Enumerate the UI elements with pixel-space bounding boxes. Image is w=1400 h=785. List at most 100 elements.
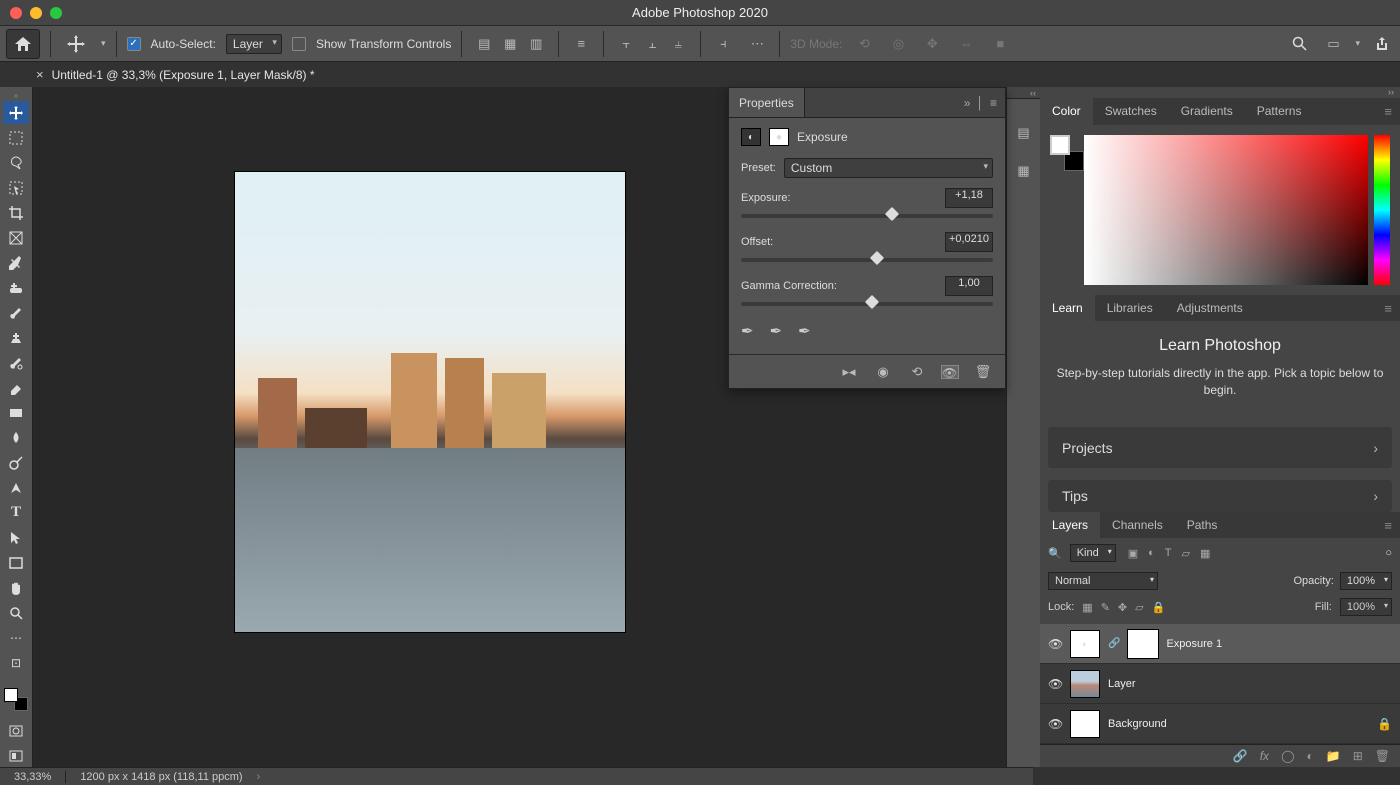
align-bottom-icon[interactable]: ⫨	[666, 32, 690, 56]
mask-thumb[interactable]	[1128, 630, 1158, 658]
color-swatch-pair[interactable]	[4, 688, 28, 711]
gamma-input[interactable]: 1,00	[945, 276, 993, 296]
preset-dropdown[interactable]: Custom	[784, 158, 993, 178]
distribute-v-icon[interactable]: ⫞	[711, 32, 735, 56]
tab-color[interactable]: Color	[1040, 98, 1093, 124]
tab-patterns[interactable]: Patterns	[1245, 98, 1314, 124]
color-panel-swatch-pair[interactable]	[1050, 135, 1078, 163]
lock-transparency-icon[interactable]: ▦	[1082, 601, 1092, 614]
collapse-right-icon[interactable]: ››	[1040, 87, 1400, 98]
info-panel-icon[interactable]: ▦	[1012, 159, 1036, 183]
filter-adjustment-icon[interactable]: ◐	[1148, 547, 1155, 560]
filter-smart-icon[interactable]: ▦	[1200, 547, 1210, 560]
panel-stack-icon[interactable]: │	[976, 96, 984, 110]
crop-tool[interactable]	[3, 201, 29, 224]
close-tab-icon[interactable]: ×	[36, 67, 44, 82]
blend-mode-dropdown[interactable]: Normal	[1048, 572, 1158, 590]
learn-item-tips[interactable]: Tips ›	[1048, 480, 1392, 512]
show-transform-checkbox[interactable]	[292, 37, 306, 51]
hand-tool[interactable]	[3, 576, 29, 599]
learn-panel-menu-icon[interactable]: ≡	[1384, 301, 1400, 316]
tab-gradients[interactable]: Gradients	[1169, 98, 1245, 124]
link-layers-icon[interactable]: 🔗	[1233, 749, 1248, 763]
layer-thumb[interactable]	[1070, 670, 1100, 698]
zoom-tool[interactable]	[3, 601, 29, 624]
lock-all-icon[interactable]: 🔒	[1152, 601, 1166, 614]
edit-toolbar-icon[interactable]: ⊡	[3, 651, 29, 674]
view-previous-icon[interactable]: ◉	[873, 360, 893, 384]
canvas-area[interactable]: Properties » │ ≡ ◐ ● Exposure Preset: Cu…	[33, 87, 1006, 767]
delete-layer-icon[interactable]: 🗑	[1375, 749, 1390, 763]
distribute-icon[interactable]: ≡	[569, 32, 593, 56]
screen-mode-icon[interactable]: ▭	[1321, 32, 1345, 56]
search-icon[interactable]: 🔍	[1048, 547, 1062, 560]
marquee-tool[interactable]	[3, 126, 29, 149]
window-close-icon[interactable]	[10, 7, 22, 19]
tab-paths[interactable]: Paths	[1175, 512, 1230, 538]
eyedropper-tool[interactable]	[3, 251, 29, 274]
home-button[interactable]	[6, 29, 40, 59]
exposure-slider[interactable]	[741, 214, 993, 218]
move-tool-icon[interactable]	[61, 29, 91, 59]
filter-type-icon[interactable]: T	[1165, 547, 1172, 560]
lock-pixels-icon[interactable]: ✎	[1101, 601, 1110, 614]
window-zoom-icon[interactable]	[50, 7, 62, 19]
more-tools-icon[interactable]: ⋯	[3, 626, 29, 649]
fill-input[interactable]: 100%	[1340, 598, 1392, 616]
layer-row[interactable]: 👁 ◐ 🔗 Exposure 1	[1040, 624, 1400, 664]
eyedropper-white-icon[interactable]: ✒	[798, 322, 811, 340]
filter-shape-icon[interactable]: ▱	[1182, 547, 1190, 560]
color-spectrum[interactable]	[1084, 135, 1368, 285]
auto-select-checkbox[interactable]: ✓	[127, 37, 141, 51]
align-middle-icon[interactable]: ⫠	[640, 32, 664, 56]
tab-layers[interactable]: Layers	[1040, 512, 1100, 538]
layer-row[interactable]: 👁 Layer	[1040, 664, 1400, 704]
align-right-icon[interactable]: ▥	[524, 32, 548, 56]
screen-mode-chevron-icon[interactable]: ▾	[1355, 38, 1360, 49]
move-tool[interactable]	[3, 101, 29, 124]
history-panel-icon[interactable]: ▤	[1012, 121, 1036, 145]
gradient-tool[interactable]	[3, 401, 29, 424]
new-group-icon[interactable]: 📁	[1326, 749, 1341, 763]
quick-mask-icon[interactable]	[3, 719, 29, 742]
properties-tab[interactable]: Properties	[729, 88, 805, 117]
pen-tool[interactable]	[3, 476, 29, 499]
eyedropper-gray-icon[interactable]: ✒	[770, 322, 783, 340]
document-canvas[interactable]	[235, 172, 625, 632]
window-minimize-icon[interactable]	[30, 7, 42, 19]
lock-position-icon[interactable]: ✥	[1118, 601, 1127, 614]
clip-to-layer-icon[interactable]: ▸◂	[839, 360, 859, 384]
adjustment-thumb-icon[interactable]: ◐	[1070, 630, 1100, 658]
dodge-tool[interactable]	[3, 451, 29, 474]
search-icon[interactable]	[1287, 32, 1311, 56]
layer-style-icon[interactable]: fx	[1260, 749, 1269, 763]
type-tool[interactable]: T	[3, 501, 29, 524]
filter-pixel-icon[interactable]: ▣	[1128, 547, 1138, 560]
screen-mode-tool-icon[interactable]	[3, 744, 29, 767]
history-brush-tool[interactable]	[3, 351, 29, 374]
lasso-tool[interactable]	[3, 151, 29, 174]
blur-tool[interactable]	[3, 426, 29, 449]
eraser-tool[interactable]	[3, 376, 29, 399]
layer-row[interactable]: 👁 Background 🔒	[1040, 704, 1400, 744]
expand-dock-icon[interactable]: ‹‹	[1007, 87, 1040, 99]
layer-thumb[interactable]	[1070, 710, 1100, 738]
add-mask-icon[interactable]: ◯	[1281, 749, 1294, 763]
new-adjustment-icon[interactable]: ◐	[1307, 749, 1314, 763]
layer-name[interactable]: Exposure 1	[1166, 638, 1222, 650]
frame-tool[interactable]	[3, 226, 29, 249]
toggle-visibility-icon[interactable]: 👁	[941, 365, 959, 379]
tab-channels[interactable]: Channels	[1100, 512, 1175, 538]
zoom-level[interactable]: 33,33%	[14, 771, 51, 783]
visibility-toggle-icon[interactable]: 👁	[1048, 637, 1062, 651]
healing-brush-tool[interactable]	[3, 276, 29, 299]
visibility-toggle-icon[interactable]: 👁	[1048, 677, 1062, 691]
hue-bar[interactable]	[1374, 135, 1390, 285]
exposure-input[interactable]: +1,18	[945, 188, 993, 208]
path-select-tool[interactable]	[3, 526, 29, 549]
tab-adjustments[interactable]: Adjustments	[1165, 295, 1255, 321]
learn-item-projects[interactable]: Projects ›	[1048, 427, 1392, 468]
document-tab[interactable]: × Untitled-1 @ 33,3% (Exposure 1, Layer …	[36, 67, 315, 82]
tab-learn[interactable]: Learn	[1040, 295, 1095, 321]
opacity-input[interactable]: 100%	[1340, 572, 1392, 590]
